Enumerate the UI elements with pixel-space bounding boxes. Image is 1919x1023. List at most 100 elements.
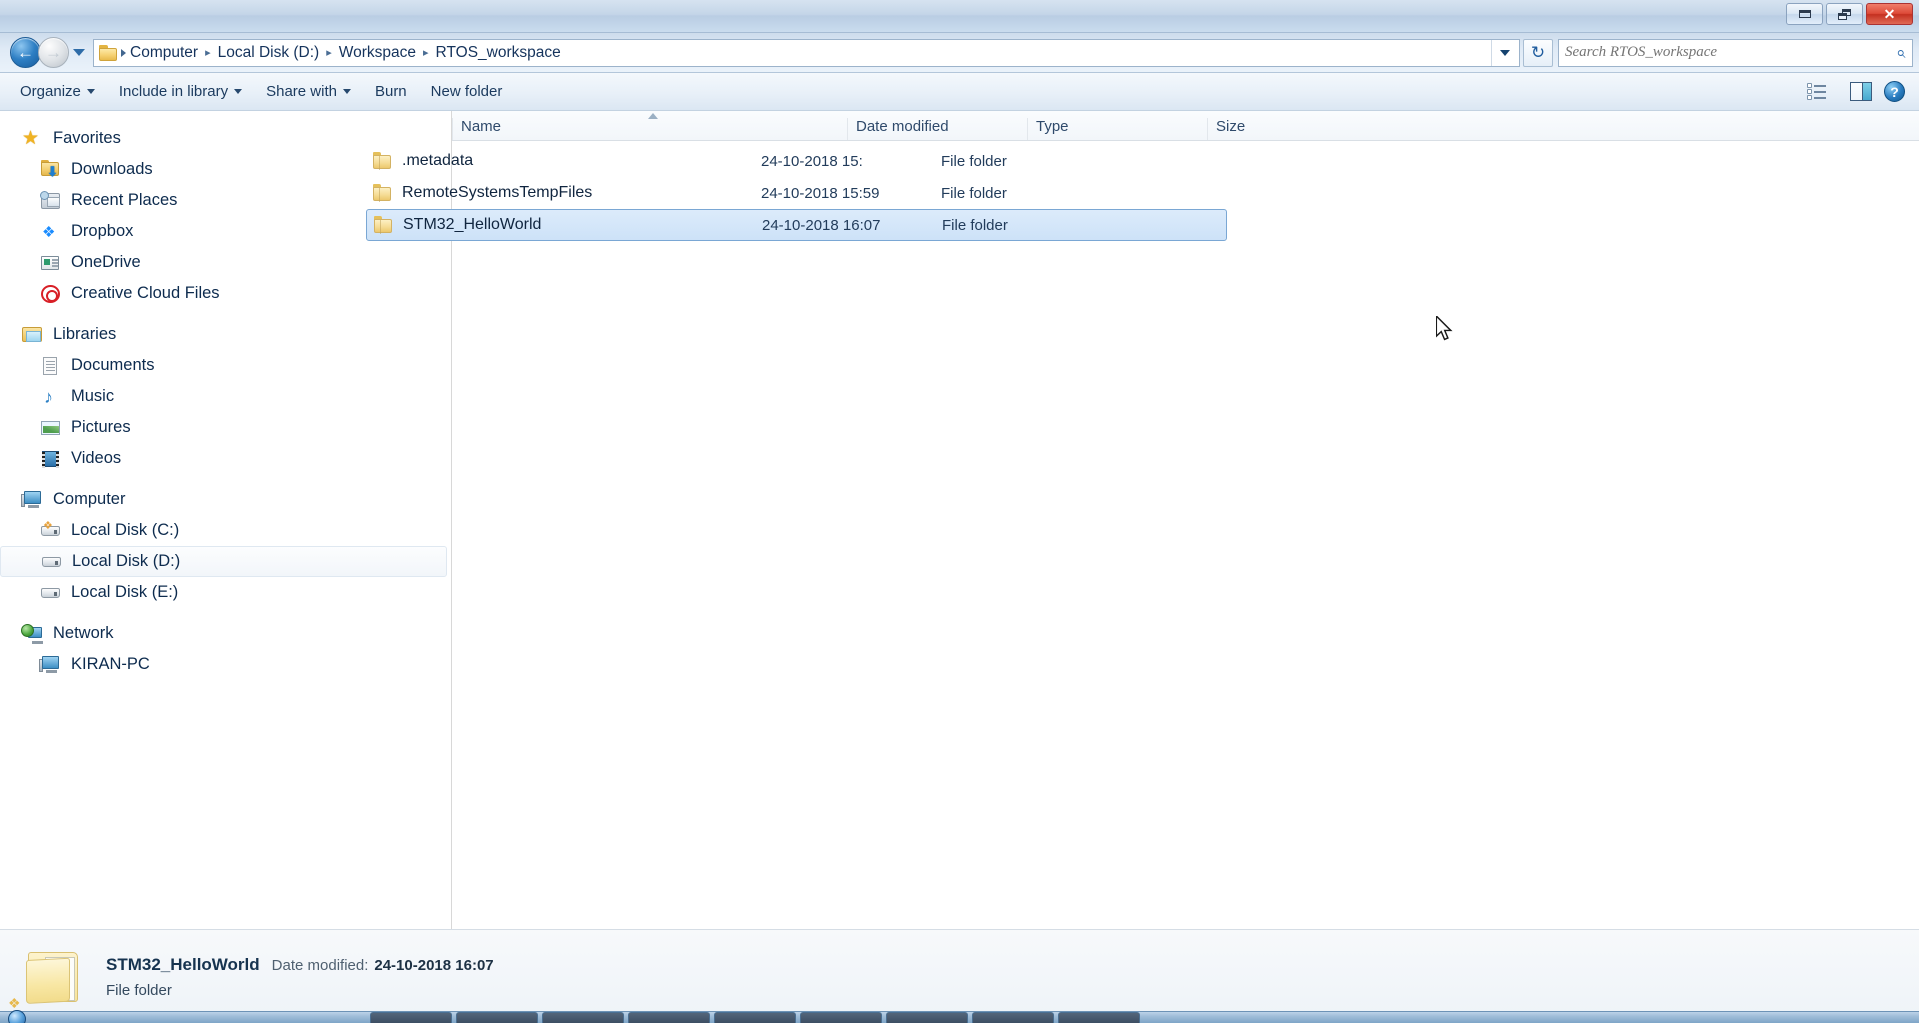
taskbar-item[interactable] [542, 1012, 624, 1023]
breadcrumb-item-workspace[interactable]: Workspace [335, 41, 420, 65]
sidebar-item-local-disk-c[interactable]: ❖ Local Disk (C:) [0, 515, 451, 546]
sidebar-item-kiran-pc[interactable]: KIRAN-PC [0, 649, 451, 680]
chevron-down-icon [73, 49, 85, 56]
burn-label: Burn [374, 83, 407, 100]
table-row[interactable]: STM32_HelloWorld 24-10-2018 16:07 File f… [366, 209, 1227, 241]
nav-group-network: Network KIRAN-PC [0, 618, 451, 680]
status-date-modified-value: 24-10-2018 16:07 [374, 956, 494, 974]
sidebar-item-network[interactable]: Network [0, 618, 451, 649]
sort-ascending-icon [648, 113, 658, 119]
organize-button[interactable]: Organize [8, 77, 107, 106]
taskbar-item[interactable] [1058, 1012, 1140, 1023]
sidebar-item-local-disk-e[interactable]: Local Disk (E:) [0, 577, 451, 608]
close-button[interactable]: ✕ [1866, 3, 1913, 25]
minimize-icon [1798, 10, 1811, 18]
restore-button[interactable] [1826, 3, 1863, 25]
taskbar-item[interactable] [370, 1012, 452, 1023]
sidebar-item-music[interactable]: ♪ Music [0, 381, 451, 412]
column-header-size[interactable]: Size [1207, 118, 1329, 140]
breadcrumb-item-local-disk-d[interactable]: Local Disk (D:) [214, 41, 324, 65]
taskbar-item[interactable] [456, 1012, 538, 1023]
search-input[interactable] [1565, 44, 1897, 61]
command-toolbar: Organize Include in library Share with B… [0, 73, 1919, 111]
preview-pane-button[interactable] [1844, 78, 1878, 105]
computer-icon [39, 655, 62, 675]
onedrive-icon [40, 253, 62, 273]
file-name-cell: STM32_HelloWorld [367, 216, 762, 234]
taskbar-item[interactable] [972, 1012, 1054, 1023]
sidebar-label: Local Disk (C:) [71, 521, 180, 539]
star-icon: ★ [22, 127, 40, 149]
change-view-button[interactable] [1801, 79, 1832, 104]
sidebar-label: Local Disk (D:) [72, 552, 181, 570]
back-arrow-icon: ← [17, 43, 34, 62]
recent-pages-button[interactable] [69, 38, 89, 68]
folder-icon [373, 184, 393, 202]
taskbar-item[interactable] [714, 1012, 796, 1023]
explorer-window: ✕ ← → Computer ▸ Local Disk (D:) ▸ Works… [0, 0, 1919, 1023]
breadcrumb-bar[interactable]: Computer ▸ Local Disk (D:) ▸ Workspace ▸… [93, 38, 1520, 67]
sidebar-item-documents[interactable]: Documents [0, 350, 451, 381]
windows-logo-icon: ❖ [8, 995, 21, 1011]
change-view-dropdown[interactable] [1832, 88, 1844, 96]
sidebar-label: Music [71, 387, 115, 405]
address-dropdown-button[interactable] [1491, 39, 1517, 66]
share-with-button[interactable]: Share with [254, 77, 363, 106]
dropbox-icon: ❖ [42, 223, 56, 241]
column-header-type[interactable]: Type [1027, 118, 1207, 140]
include-in-library-label: Include in library [118, 83, 229, 100]
chevron-right-icon[interactable]: ▸ [323, 46, 335, 59]
sidebar-item-local-disk-d[interactable]: Local Disk (D:) [0, 546, 447, 577]
include-in-library-button[interactable]: Include in library [107, 77, 254, 106]
sidebar-item-creative-cloud-files[interactable]: Creative Cloud Files [0, 278, 451, 309]
sidebar-item-pictures[interactable]: Pictures [0, 412, 451, 443]
documents-icon [40, 356, 62, 376]
breadcrumb-item-computer[interactable]: Computer [126, 41, 202, 65]
table-row[interactable]: RemoteSystemsTempFiles 24-10-2018 15:59 … [366, 177, 1227, 209]
search-box[interactable]: ⌕ [1558, 38, 1913, 67]
file-name-cell: RemoteSystemsTempFiles [366, 184, 761, 202]
chevron-right-icon[interactable]: ▸ [420, 46, 432, 59]
taskbar[interactable]: ❖ [0, 996, 1919, 1023]
refresh-icon: ↻ [1530, 43, 1546, 62]
music-icon: ♪ [44, 386, 53, 407]
mouse-cursor-icon [1436, 316, 1453, 341]
sidebar-label: Computer [53, 490, 126, 508]
computer-icon [21, 490, 44, 510]
preview-pane-icon [1850, 82, 1872, 101]
new-folder-button[interactable]: New folder [419, 77, 515, 106]
sidebar-item-videos[interactable]: Videos [0, 443, 451, 474]
sidebar-label: Pictures [71, 418, 131, 436]
downloads-folder-icon: ⬇ [40, 159, 62, 180]
column-header-date-modified[interactable]: Date modified [847, 118, 1027, 140]
status-bar: STM32_HelloWorld Date modified: 24-10-20… [0, 929, 1919, 1023]
refresh-button[interactable]: ↻ [1523, 38, 1553, 67]
taskbar-item[interactable] [800, 1012, 882, 1023]
libraries-icon [22, 325, 44, 345]
sidebar-item-libraries[interactable]: Libraries [0, 319, 451, 350]
sidebar-item-computer[interactable]: Computer [0, 484, 451, 515]
table-row[interactable]: .metadata 24-10-2018 15: File folder [366, 145, 1227, 177]
column-label: Type [1036, 118, 1069, 135]
file-name: STM32_HelloWorld [403, 216, 542, 233]
taskbar-item[interactable] [628, 1012, 710, 1023]
sidebar-item-onedrive[interactable]: OneDrive [0, 247, 451, 278]
forward-button[interactable]: → [38, 37, 69, 68]
breadcrumb: Computer ▸ Local Disk (D:) ▸ Workspace ▸… [121, 41, 1491, 65]
breadcrumb-item-rtos-workspace[interactable]: RTOS_workspace [432, 41, 565, 65]
file-type: File folder [941, 152, 1007, 170]
minimize-button[interactable] [1786, 3, 1823, 25]
videos-icon [40, 449, 62, 469]
column-header-name[interactable]: Name [452, 118, 847, 140]
chevron-right-icon[interactable]: ▸ [202, 46, 214, 59]
back-button[interactable]: ← [10, 37, 41, 68]
drive-icon [41, 552, 63, 572]
folder-icon [373, 152, 393, 170]
start-orb-icon[interactable] [8, 1010, 26, 1023]
help-button[interactable]: ? [1878, 77, 1911, 106]
taskbar-item[interactable] [886, 1012, 968, 1023]
sidebar-label: KIRAN-PC [71, 655, 150, 673]
sidebar-label: Favorites [53, 129, 121, 147]
file-list-pane: Name Date modified Type Size .metadata 2… [366, 111, 1919, 929]
burn-button[interactable]: Burn [363, 77, 419, 106]
